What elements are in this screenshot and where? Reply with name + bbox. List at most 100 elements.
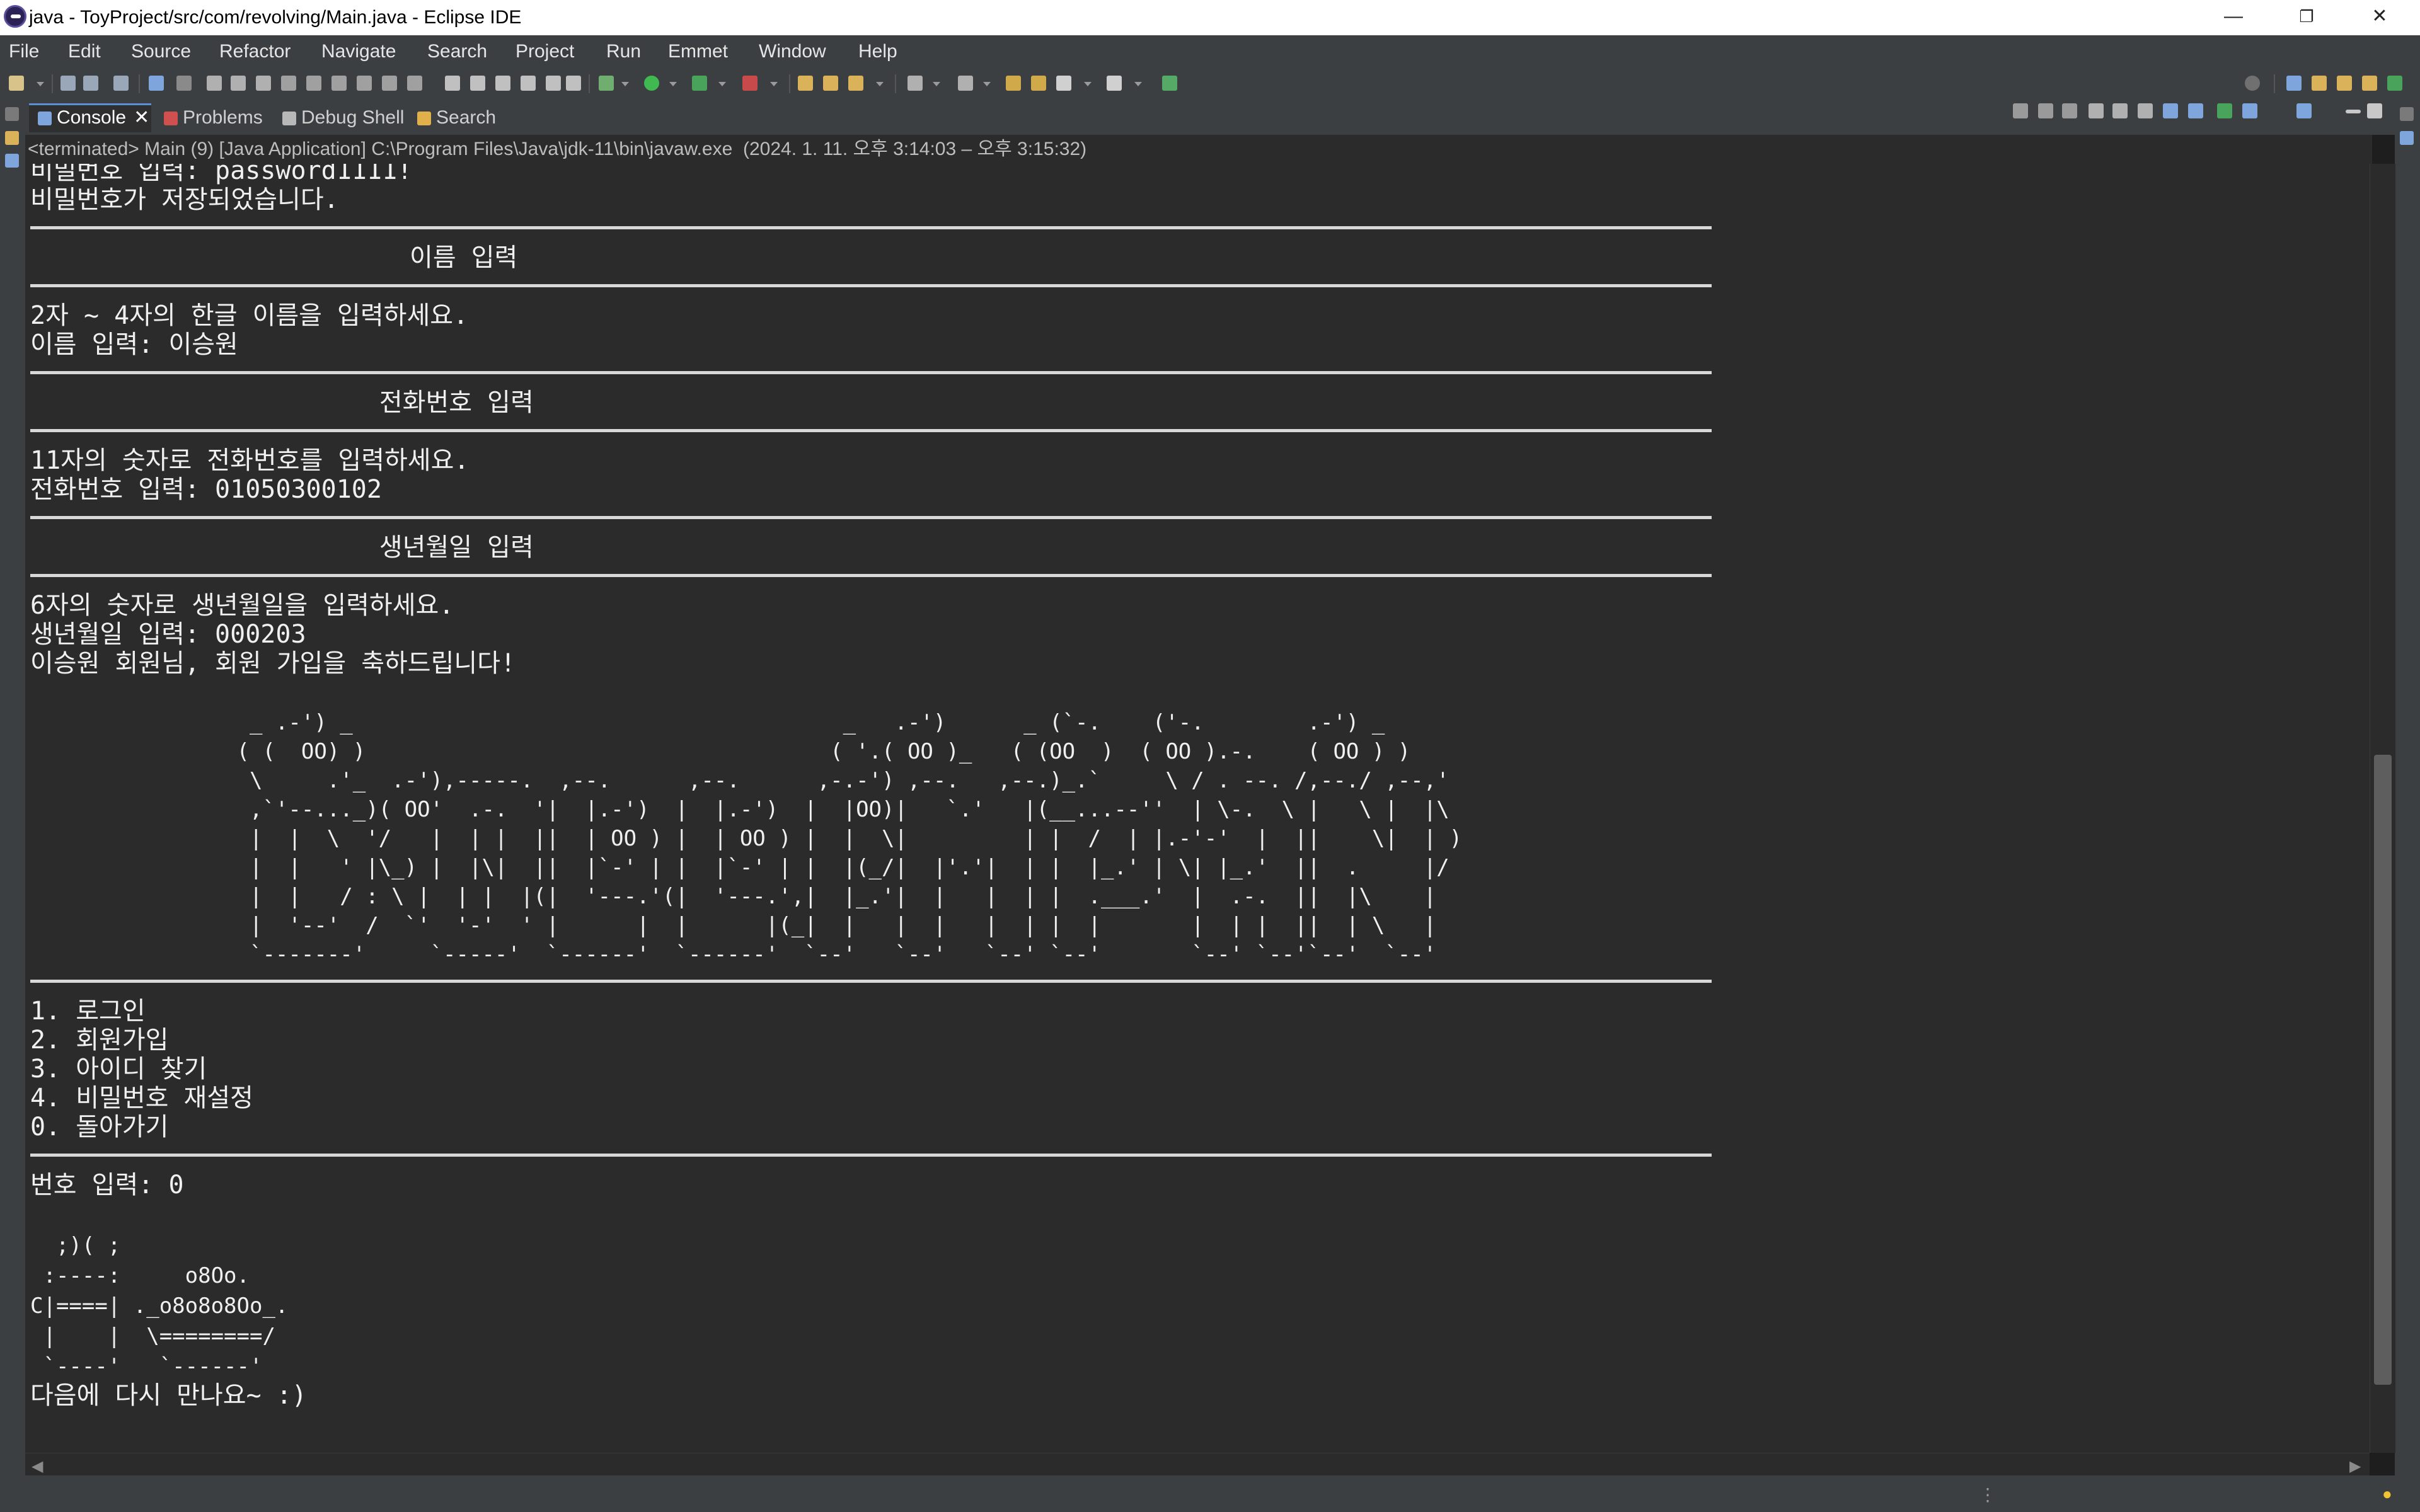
console-view-icon[interactable] bbox=[149, 76, 164, 91]
toolbar-separator bbox=[789, 74, 790, 93]
step-over-icon[interactable] bbox=[331, 76, 347, 91]
save-icon[interactable] bbox=[60, 76, 76, 91]
vertical-scrollbar[interactable] bbox=[2370, 164, 2395, 1453]
word-wrap-icon[interactable] bbox=[546, 76, 561, 91]
pin-console-icon[interactable] bbox=[2217, 103, 2232, 118]
menu-source[interactable]: Source bbox=[131, 40, 191, 63]
scroll-lock-icon[interactable] bbox=[2112, 103, 2128, 118]
back-icon[interactable] bbox=[1056, 76, 1071, 91]
new-dropdown-icon[interactable] bbox=[37, 82, 44, 86]
debug-dropdown-icon[interactable] bbox=[621, 82, 629, 86]
pin-editor-icon[interactable] bbox=[1162, 76, 1177, 91]
forward-dropdown-icon[interactable] bbox=[1134, 82, 1142, 86]
tab-debug-shell[interactable]: Debug Shell bbox=[282, 103, 404, 132]
step-return-icon[interactable] bbox=[357, 76, 372, 91]
new-icon[interactable] bbox=[9, 76, 24, 91]
java-ee-perspective-icon[interactable] bbox=[2312, 76, 2327, 91]
menu-edit[interactable]: Edit bbox=[68, 40, 101, 63]
magnifier-icon[interactable] bbox=[2245, 76, 2260, 91]
pencil-icon[interactable] bbox=[445, 76, 460, 91]
suspend-icon[interactable] bbox=[231, 76, 246, 91]
restore-button[interactable]: ❐ bbox=[2270, 0, 2343, 35]
tab-console[interactable]: Console ✕ bbox=[29, 103, 151, 132]
edit-icon[interactable] bbox=[470, 76, 485, 91]
menu-file[interactable]: File bbox=[9, 40, 39, 63]
lightbulb-icon[interactable]: ● bbox=[2382, 1484, 2392, 1504]
back-arrow-icon[interactable] bbox=[1031, 76, 1046, 91]
menu-emmet[interactable]: Emmet bbox=[668, 40, 728, 63]
open-type-dropdown-icon[interactable] bbox=[876, 82, 884, 86]
remove-all-terminated-icon[interactable] bbox=[2062, 103, 2077, 118]
console-line: 6자의 숫자로 생년월일을 입력하세요. bbox=[30, 591, 454, 620]
minimize-button[interactable]: — bbox=[2197, 0, 2270, 35]
word-wrap-console-icon[interactable] bbox=[2138, 103, 2153, 118]
menu-navigate[interactable]: Navigate bbox=[321, 40, 396, 63]
external-tools-dropdown-icon[interactable] bbox=[770, 82, 778, 86]
use-step-filters-icon[interactable] bbox=[407, 76, 422, 91]
show-console-on-stdout-icon[interactable] bbox=[2163, 103, 2178, 118]
clear-console-icon[interactable] bbox=[2089, 103, 2104, 118]
open-console-icon[interactable] bbox=[2296, 103, 2312, 118]
terminate-icon[interactable] bbox=[256, 76, 271, 91]
print-icon[interactable] bbox=[113, 76, 129, 91]
debug-perspective-icon[interactable] bbox=[2337, 76, 2352, 91]
run-icon[interactable] bbox=[644, 76, 659, 91]
eclipse-app-icon bbox=[4, 5, 26, 28]
show-whitespace-icon[interactable] bbox=[566, 76, 581, 91]
debug-icon[interactable] bbox=[599, 76, 614, 91]
display-selected-console-icon[interactable] bbox=[2242, 103, 2257, 118]
menu-search[interactable]: Search bbox=[427, 40, 487, 63]
toggle-mark-icon[interactable] bbox=[521, 76, 536, 91]
coverage-dropdown-icon[interactable] bbox=[718, 82, 726, 86]
open-perspective-icon[interactable] bbox=[2286, 76, 2302, 91]
restore-view-icon[interactable] bbox=[5, 107, 19, 121]
menu-project[interactable]: Project bbox=[516, 40, 574, 63]
menu-help[interactable]: Help bbox=[858, 40, 897, 63]
menu-run[interactable]: Run bbox=[606, 40, 641, 63]
next-annotation-dropdown-icon[interactable] bbox=[933, 82, 940, 86]
resume-icon[interactable] bbox=[207, 76, 222, 91]
tab-search[interactable]: Search bbox=[417, 103, 496, 132]
next-annotation-icon[interactable] bbox=[908, 76, 923, 91]
coverage-icon[interactable] bbox=[692, 76, 707, 91]
restore-right-view-icon[interactable] bbox=[2400, 107, 2414, 121]
drop-to-frame-icon[interactable] bbox=[382, 76, 397, 91]
previous-annotation-icon[interactable] bbox=[958, 76, 973, 91]
scroll-left-arrow-icon[interactable]: ◀ bbox=[32, 1457, 43, 1475]
java-perspective-icon[interactable] bbox=[2362, 76, 2377, 91]
save-all-icon[interactable] bbox=[83, 76, 98, 91]
toggle-block-icon[interactable] bbox=[495, 76, 510, 91]
scroll-right-arrow-icon[interactable]: ▶ bbox=[2349, 1457, 2361, 1475]
skip-breakpoints-icon[interactable] bbox=[176, 76, 192, 91]
close-icon[interactable]: ✕ bbox=[134, 107, 149, 128]
remove-launch-icon[interactable] bbox=[2038, 103, 2053, 118]
main-toolbar bbox=[0, 68, 2420, 100]
new-java-package-icon[interactable] bbox=[798, 76, 813, 91]
horizontal-scrollbar[interactable]: ◀ ▶ bbox=[25, 1453, 2370, 1476]
console-output[interactable]: 비밀번호 입력: password1111! 비밀번호가 저장되었습니다. 이름… bbox=[25, 164, 2370, 1453]
package-explorer-icon[interactable] bbox=[5, 131, 19, 145]
menu-refactor[interactable]: Refactor bbox=[219, 40, 291, 63]
outline-icon[interactable] bbox=[5, 154, 19, 168]
run-dropdown-icon[interactable] bbox=[669, 82, 677, 86]
git-perspective-icon[interactable] bbox=[2387, 76, 2402, 91]
disconnect-icon[interactable] bbox=[281, 76, 296, 91]
forward-icon[interactable] bbox=[1107, 76, 1122, 91]
minimize-view-icon[interactable] bbox=[2346, 110, 2361, 113]
step-into-icon[interactable] bbox=[306, 76, 321, 91]
tab-problems[interactable]: Problems bbox=[164, 103, 263, 132]
terminate-console-icon[interactable] bbox=[2013, 103, 2028, 118]
previous-annotation-dropdown-icon[interactable] bbox=[983, 82, 991, 86]
new-java-class-icon[interactable] bbox=[823, 76, 838, 91]
external-tools-icon[interactable] bbox=[742, 76, 758, 91]
close-window-button[interactable]: ✕ bbox=[2343, 0, 2416, 35]
maximize-view-icon[interactable] bbox=[2367, 103, 2382, 118]
menu-window[interactable]: Window bbox=[759, 40, 826, 63]
menu-bar: File Edit Source Refactor Navigate Searc… bbox=[0, 35, 2420, 68]
vertical-scrollbar-thumb[interactable] bbox=[2374, 755, 2392, 1385]
show-console-on-stderr-icon[interactable] bbox=[2188, 103, 2203, 118]
back-dropdown-icon[interactable] bbox=[1084, 82, 1092, 86]
open-type-icon[interactable] bbox=[848, 76, 863, 91]
task-list-icon[interactable] bbox=[2400, 131, 2414, 145]
last-edit-location-icon[interactable] bbox=[1006, 76, 1021, 91]
